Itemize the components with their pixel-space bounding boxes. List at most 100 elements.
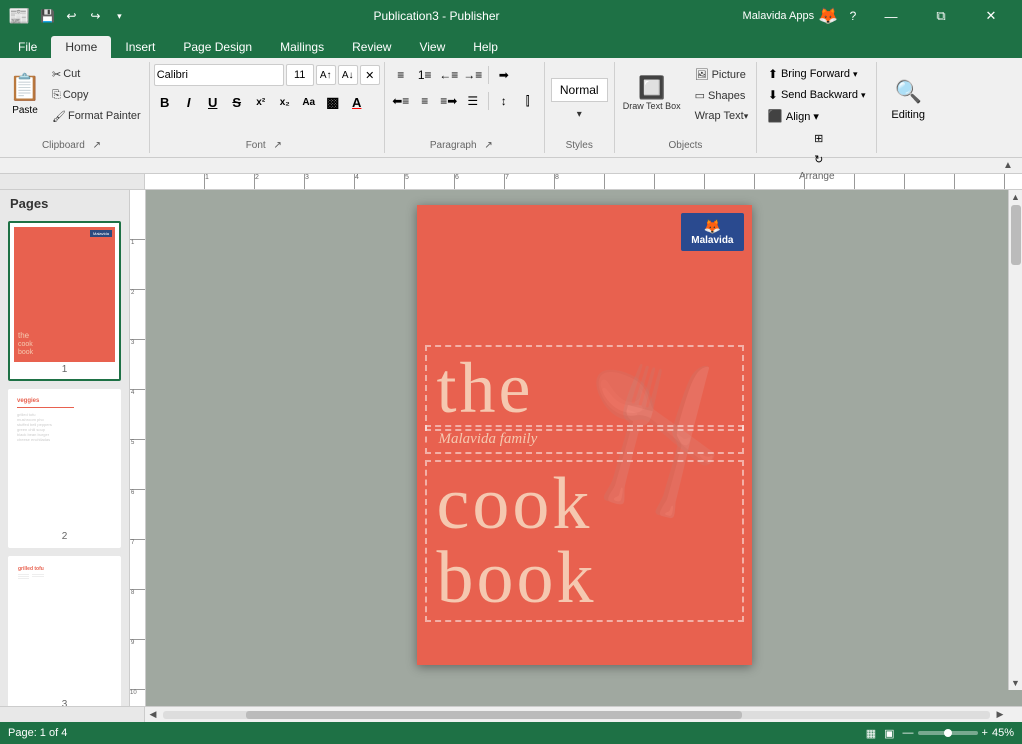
tab-home[interactable]: Home xyxy=(51,36,111,58)
numbering-btn[interactable]: 1≡ xyxy=(414,64,436,86)
objects-group: 🔲 Draw Text Box 🖼 Picture ▭ Shapes Wrap … xyxy=(615,62,758,153)
hscroll-track xyxy=(163,711,990,719)
malavida-logo: 🦊 Malavida xyxy=(681,213,743,251)
undo-qat-btn[interactable]: ↩ xyxy=(60,5,82,27)
scroll-down-btn[interactable]: ▼ xyxy=(1009,676,1022,690)
t3l3 xyxy=(18,578,29,579)
cut-btn[interactable]: ✂ Cut xyxy=(48,64,145,84)
italic-btn[interactable]: I xyxy=(178,91,200,113)
zoom-slider[interactable] xyxy=(918,731,978,735)
tab-file[interactable]: File xyxy=(4,36,51,58)
restore-btn[interactable]: ⧉ xyxy=(918,0,964,32)
superscript-btn[interactable]: x² xyxy=(250,91,272,113)
align-right-btn[interactable]: ≡➡ xyxy=(438,90,460,112)
paste-btn[interactable]: 📋 Paste xyxy=(4,64,46,124)
tab-insert[interactable]: Insert xyxy=(111,36,169,58)
font-color-btn[interactable]: A xyxy=(346,91,368,113)
save-qat-btn[interactable]: 💾 xyxy=(36,5,58,27)
hscroll-thumb[interactable] xyxy=(246,711,742,719)
format-painter-btn[interactable]: 🖌 Format Painter xyxy=(48,106,145,126)
group-btn[interactable]: ⊞ xyxy=(811,128,826,148)
subscript-btn[interactable]: x₂ xyxy=(274,91,296,113)
clipboard-dialog-btn[interactable]: ↗ xyxy=(87,139,107,153)
ribbon-tabs: File Home Insert Page Design Mailings Re… xyxy=(0,32,1022,58)
justify-btn[interactable]: ☰ xyxy=(462,90,484,112)
subtitle-text: Malavida family xyxy=(427,427,742,452)
case-btn[interactable]: Aa xyxy=(298,91,320,113)
columns-btn[interactable]: ⫿ xyxy=(517,90,539,112)
zoom-plus-btn[interactable]: + xyxy=(982,727,988,739)
hscroll-left-btn[interactable]: ◀ xyxy=(145,707,161,723)
draw-text-box-btn[interactable]: 🔲 Draw Text Box xyxy=(619,64,685,124)
thumb1-content: Malavida the cook book xyxy=(14,227,115,362)
picture-btn[interactable]: 🖼 Picture xyxy=(691,64,753,84)
editing-btn[interactable]: 🔍 Editing xyxy=(883,64,933,136)
scroll-up-btn[interactable]: ▲ xyxy=(1009,190,1022,204)
grow-font-btn[interactable]: A↑ xyxy=(316,65,336,85)
thumb3-col1 xyxy=(18,574,29,580)
align-center-btn[interactable]: ≡ xyxy=(414,90,436,112)
tab-view[interactable]: View xyxy=(405,36,459,58)
send-backward-btn[interactable]: ⬇ Send Backward ▾ xyxy=(765,85,869,105)
zoom-control: — + 45% xyxy=(903,727,1014,739)
hscroll-right-btn[interactable]: ▶ xyxy=(992,707,1008,723)
clear-format-btn[interactable]: ✕ xyxy=(360,65,380,85)
tab-page-design[interactable]: Page Design xyxy=(169,36,266,58)
subtitle-textbox[interactable]: Malavida family xyxy=(425,425,744,454)
text-box-icon: 🔲 xyxy=(638,77,665,99)
styles-more-btn[interactable]: ▾ xyxy=(573,104,586,124)
zoom-minus-btn[interactable]: — xyxy=(903,727,914,739)
cookbook-textbox[interactable]: cook book xyxy=(425,460,744,622)
font-size-input[interactable] xyxy=(286,64,314,86)
increase-indent-btn[interactable]: →≡ xyxy=(462,64,484,86)
collapse-ribbon-btn[interactable]: ▲ xyxy=(998,159,1018,173)
tab-review[interactable]: Review xyxy=(338,36,405,58)
highlight-btn[interactable]: ▩ xyxy=(322,91,344,113)
underline-btn[interactable]: U xyxy=(202,91,224,113)
copy-btn[interactable]: ⎘ Copy xyxy=(48,85,145,105)
thumb-logo: Malavida xyxy=(90,230,112,237)
scroll-thumb-v[interactable] xyxy=(1011,205,1021,265)
bullets-btn[interactable]: ≡ xyxy=(390,64,412,86)
paste-label: Paste xyxy=(12,105,38,116)
close-btn[interactable]: ✕ xyxy=(968,0,1014,32)
redo-qat-btn[interactable]: ↪ xyxy=(84,5,106,27)
decrease-indent-btn[interactable]: ←≡ xyxy=(438,64,460,86)
align-btn[interactable]: ⬛ Align ▾ xyxy=(765,106,822,126)
title-bar: 📰 💾 ↩ ↪ ▾ Publication3 - Publisher Malav… xyxy=(0,0,1022,32)
wrap-text-btn[interactable]: Wrap Text ▾ xyxy=(691,106,753,126)
tab-help[interactable]: Help xyxy=(459,36,512,58)
tab-mailings[interactable]: Mailings xyxy=(266,36,338,58)
font-name-input[interactable] xyxy=(154,64,284,86)
page-thumb-3[interactable]: grilled tofu xyxy=(8,556,121,706)
strikethrough-btn[interactable]: S xyxy=(226,91,248,113)
page-num-2: 2 xyxy=(14,531,115,542)
help-btn[interactable]: ? xyxy=(842,5,864,27)
bring-forward-btn[interactable]: ⬆ Bring Forward ▾ xyxy=(765,64,861,84)
rotate-btn[interactable]: ↻ xyxy=(811,149,826,169)
qat-dropdown-btn[interactable]: ▾ xyxy=(108,5,130,27)
bold-btn[interactable]: B xyxy=(154,91,176,113)
shrink-font-btn[interactable]: A↓ xyxy=(338,65,358,85)
shapes-btn[interactable]: ▭ Shapes xyxy=(691,85,753,105)
paragraph-dialog-btn[interactable]: ↗ xyxy=(479,139,499,153)
clipboard-label: Clipboard xyxy=(42,138,85,153)
line-spacing-btn[interactable]: ↕ xyxy=(493,90,515,112)
objects-col: 🖼 Picture ▭ Shapes Wrap Text ▾ xyxy=(691,64,753,126)
direction-btn[interactable]: ➡ xyxy=(493,64,515,86)
hscroll-area: ◀ ▶ xyxy=(0,706,1022,722)
font-group: A↑ A↓ ✕ B I U S x² x₂ Aa ▩ A Font ↗ xyxy=(150,62,385,153)
page-thumb-1[interactable]: Malavida the cook book 1 xyxy=(8,221,121,381)
the-textbox[interactable]: the xyxy=(425,345,744,431)
minimize-btn[interactable]: — xyxy=(868,0,914,32)
document-page[interactable]: 🍴 🥄 🦊 Malavida the Malavida family xyxy=(417,205,752,665)
thumb2-items: grilled tofu mushroom pho stuffed bell p… xyxy=(17,412,112,442)
align-left-btn[interactable]: ⬅≡ xyxy=(390,90,412,112)
font-content: A↑ A↓ ✕ B I U S x² x₂ Aa ▩ A xyxy=(154,62,380,138)
font-dialog-btn[interactable]: ↗ xyxy=(268,139,288,153)
page-thumb-2[interactable]: veggies grilled tofu mushroom pho stuffe… xyxy=(8,389,121,549)
view-twopage-btn[interactable]: ▣ xyxy=(884,727,894,740)
view-normal-btn[interactable]: ▦ xyxy=(866,727,876,740)
styles-gallery-btn[interactable]: Normal xyxy=(551,78,608,102)
objects-content: 🔲 Draw Text Box 🖼 Picture ▭ Shapes Wrap … xyxy=(619,62,753,138)
